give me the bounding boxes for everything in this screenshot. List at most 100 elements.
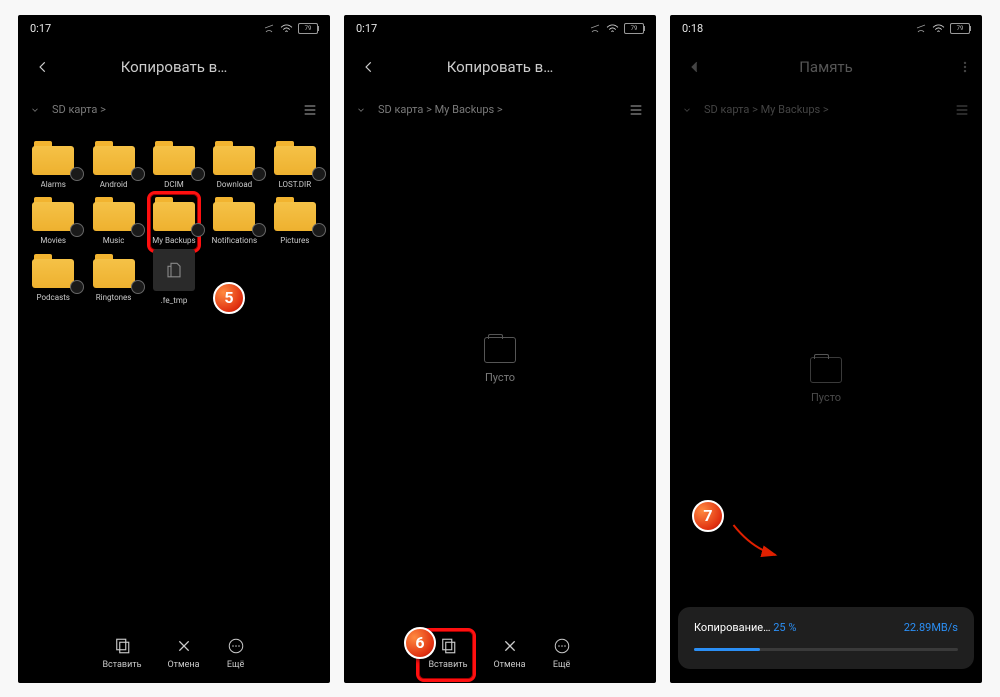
folder-pictures[interactable]: Pictures [266,197,324,246]
content-area: Alarms Android DCIM Download LOST.DIR Mo… [18,131,330,623]
back-button[interactable] [354,60,384,74]
radio-unchecked[interactable] [191,223,205,237]
page-title: Копировать в… [344,58,656,76]
battery-icon: 79 [298,23,318,34]
step-badge-5: 5 [213,282,245,314]
folder-lostdir[interactable]: LOST.DIR [266,141,324,190]
breadcrumb-segment: SD карта [378,103,423,116]
folder-dcim[interactable]: DCIM [145,141,203,190]
content-area: Пусто [344,131,656,623]
folder-ringtones[interactable]: Ringtones [84,254,142,306]
chevron-down-icon [356,105,366,115]
radio-unchecked[interactable] [252,167,266,181]
radio-unchecked[interactable] [131,280,145,294]
title-bar: Копировать в… [18,43,330,91]
status-icons: 79 [263,23,318,35]
breadcrumb-segment: My Backups [435,103,495,116]
battery-icon: 79 [624,23,644,34]
cancel-button[interactable]: Отмена [167,636,199,670]
progress-fill [694,648,760,651]
arrow-annotation [712,521,802,561]
folder-alarms[interactable]: Alarms [24,141,82,190]
status-bar: 0:17 79 [344,15,656,43]
radio-unchecked[interactable] [252,223,266,237]
back-button[interactable] [28,60,58,74]
mute-icon [589,23,601,35]
radio-unchecked[interactable] [70,223,84,237]
more-icon [552,636,572,656]
clock: 0:17 [30,22,51,35]
folder-icon [93,197,135,231]
radio-unchecked[interactable] [191,167,205,181]
radio-unchecked[interactable] [312,223,326,237]
overflow-button[interactable] [958,43,972,91]
clock: 0:17 [356,22,377,35]
breadcrumb[interactable]: SD карта > My Backups > [670,91,982,129]
breadcrumb[interactable]: SD карта > My Backups > [344,91,656,129]
title-bar: Память [670,43,982,91]
file-icon [153,249,195,291]
clock: 0:18 [682,22,703,35]
phone-screen-3: 0:18 79 Память SD карта > My Backups > П… [670,15,982,683]
progress-percent: 25 % [773,621,796,634]
folder-icon [153,141,195,175]
phone-screen-2: 0:17 79 Копировать в… SD карта > My Back… [344,15,656,683]
phone-screen-1: 0:17 79 Копировать в… SD карта > Alarms … [18,15,330,683]
folder-music[interactable]: Music [84,197,142,246]
wifi-icon [280,24,293,34]
progress-label: Копирование… 25 % [694,621,796,634]
empty-label: Пусто [485,371,515,384]
paste-icon [112,636,132,656]
folder-podcasts[interactable]: Podcasts [24,254,82,306]
radio-unchecked[interactable] [131,223,145,237]
chevron-down-icon [682,105,692,115]
more-button[interactable]: Ещё [226,636,246,670]
folder-icon [274,197,316,231]
folder-icon [274,141,316,175]
progress-track [694,648,958,651]
folder-download[interactable]: Download [205,141,263,190]
close-icon [174,636,194,656]
empty-label: Пусто [811,391,841,404]
progress-speed: 22.89MB/s [904,621,958,634]
more-button[interactable]: Ещё [552,636,572,670]
close-icon [500,636,520,656]
mute-icon [263,23,275,35]
cancel-button[interactable]: Отмена [493,636,525,670]
step-badge-7: 7 [692,500,724,532]
radio-unchecked[interactable] [70,167,84,181]
folder-icon [93,254,135,288]
bottom-bar: Вставить Отмена Ещё [344,623,656,683]
folder-android[interactable]: Android [84,141,142,190]
folder-icon [93,141,135,175]
breadcrumb[interactable]: SD карта > [18,91,330,129]
progress-card: Копирование… 25 % 22.89MB/s [678,607,974,669]
breadcrumb-segment: My Backups [761,103,821,116]
status-icons: 79 [589,23,644,35]
list-view-icon[interactable] [628,104,644,116]
more-icon [226,636,246,656]
folder-grid: Alarms Android DCIM Download LOST.DIR Mo… [18,131,330,316]
status-icons: 79 [915,23,970,35]
radio-unchecked[interactable] [312,167,326,181]
page-title: Копировать в… [18,58,330,76]
title-bar: Копировать в… [344,43,656,91]
wifi-icon [932,24,945,34]
bottom-bar: Вставить Отмена Ещё [18,623,330,683]
radio-unchecked[interactable] [131,167,145,181]
mute-icon [915,23,927,35]
file-fe-tmp[interactable]: .fe_tmp [145,254,203,306]
breadcrumb-segment: SD карта [52,103,97,116]
folder-icon [213,141,255,175]
back-button[interactable] [680,60,710,74]
folder-notifications[interactable]: Notifications [205,197,263,246]
list-view-icon[interactable] [954,104,970,116]
folder-movies[interactable]: Movies [24,197,82,246]
folder-icon [32,254,74,288]
paste-button[interactable]: Вставить [102,636,141,670]
paste-icon [438,636,458,656]
folder-my-backups[interactable]: My Backups [145,197,203,246]
radio-unchecked[interactable] [70,280,84,294]
status-bar: 0:17 79 [18,15,330,43]
list-view-icon[interactable] [302,104,318,116]
